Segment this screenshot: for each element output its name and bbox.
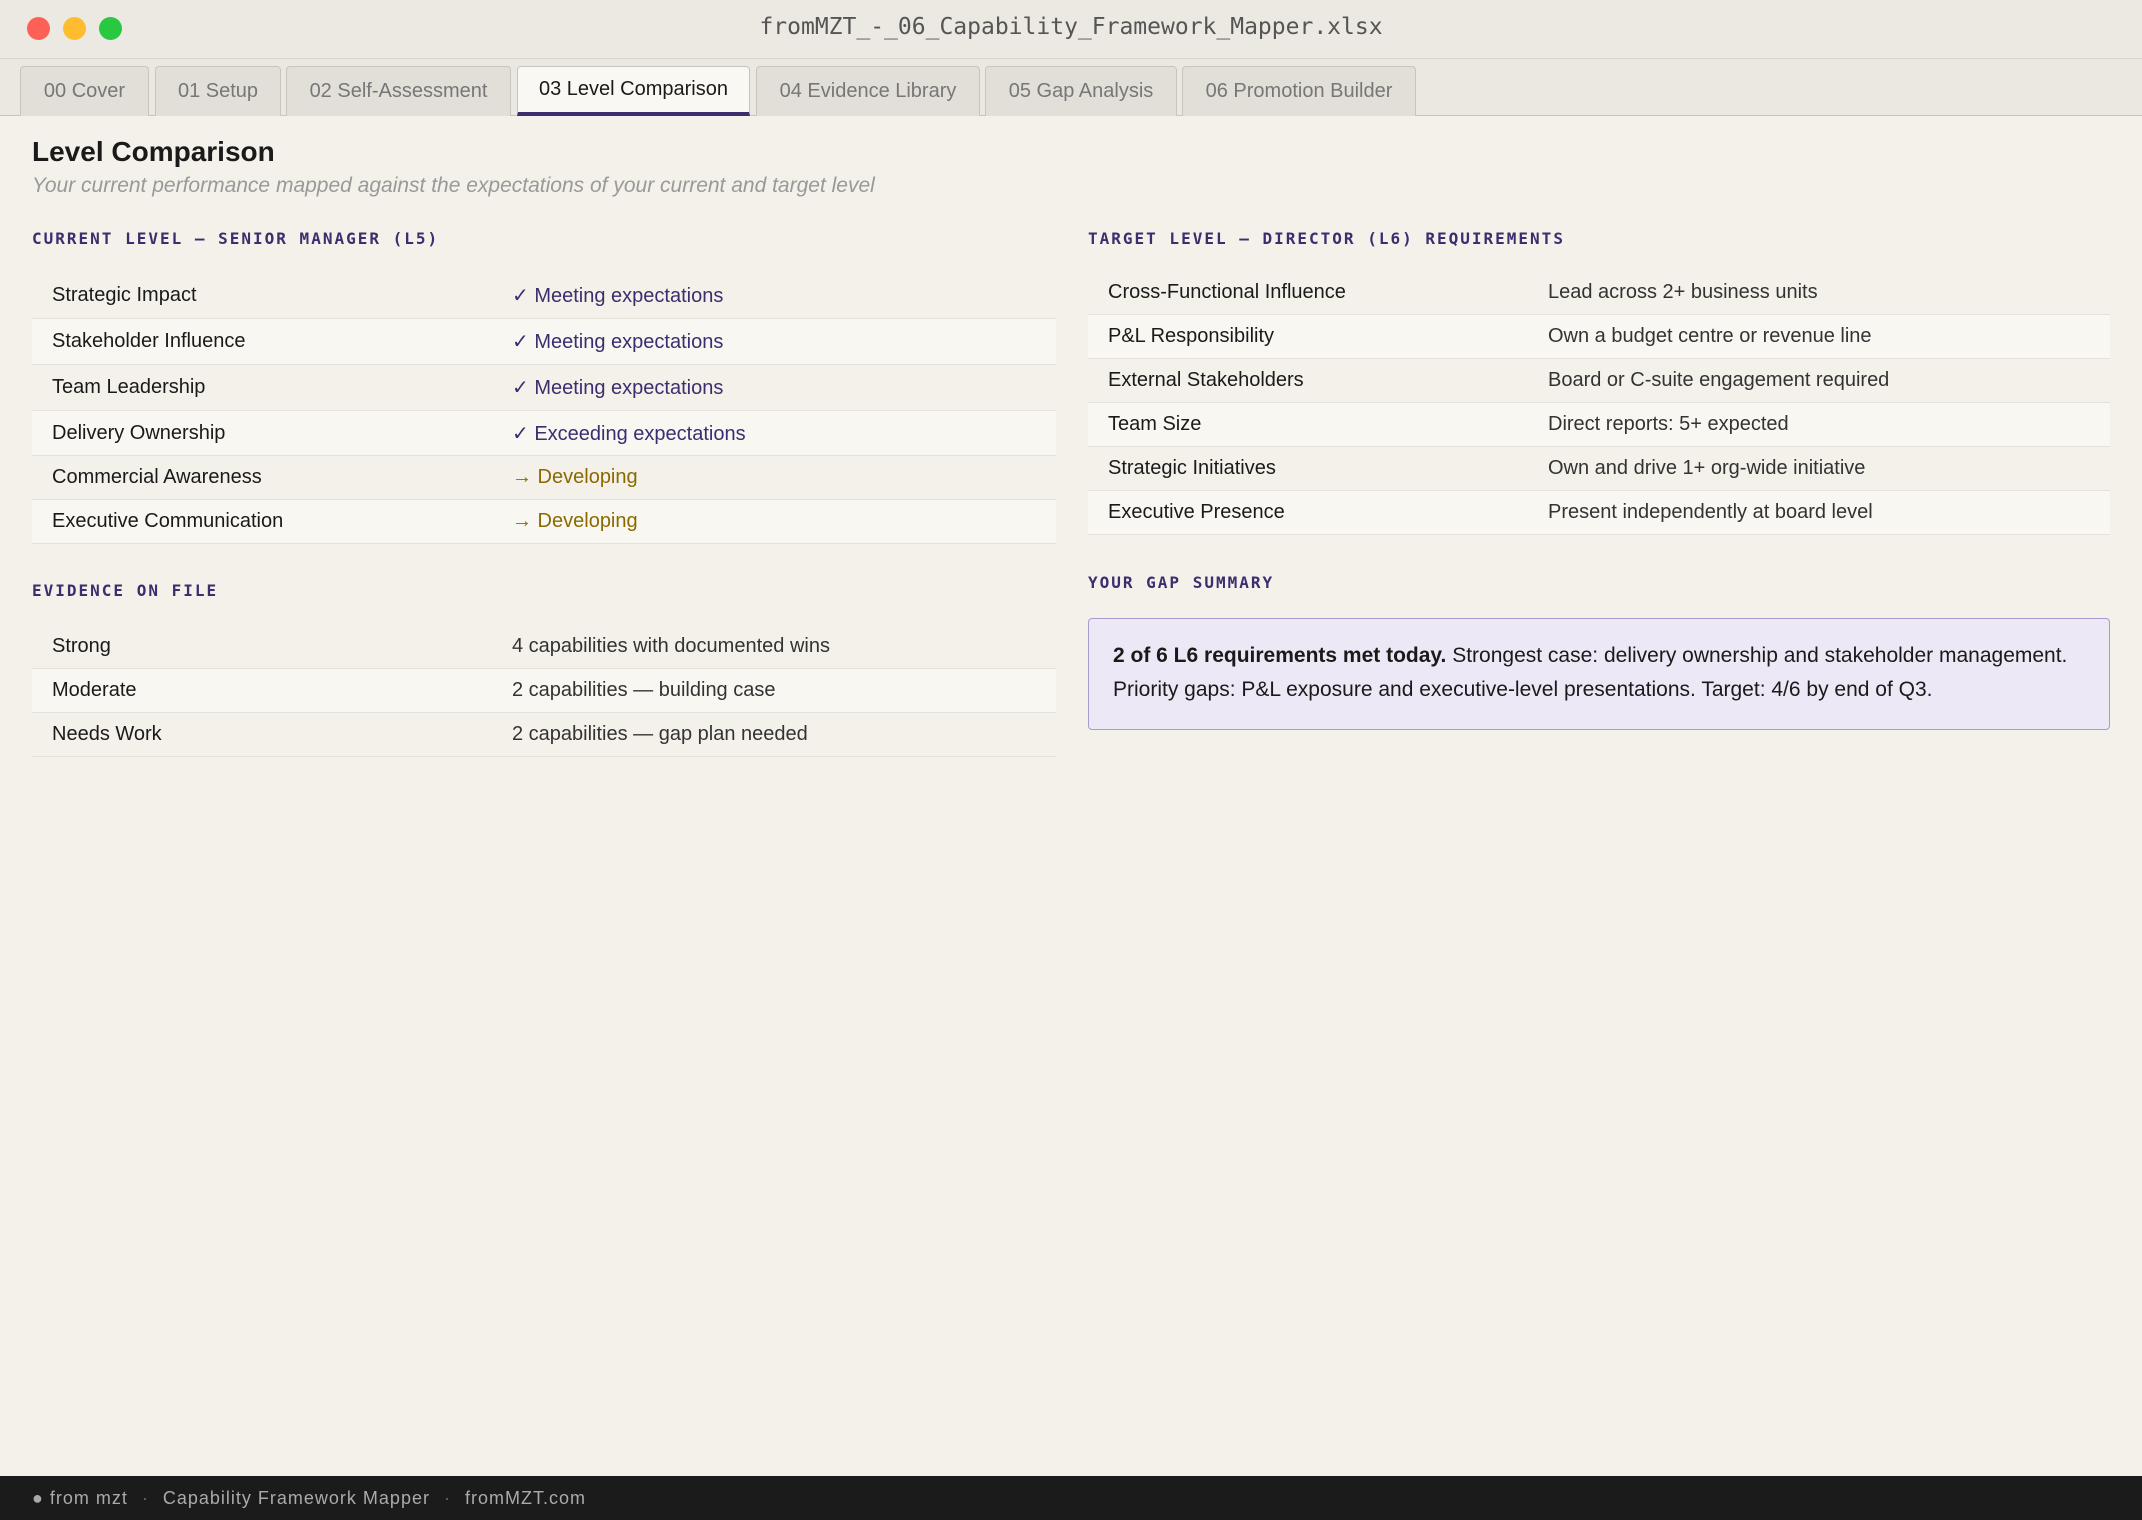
gap-summary-headline: 2 of 6 L6 requirements met today.	[1113, 644, 1447, 667]
requirement-value: Direct reports: 5+ expected	[1548, 413, 1789, 435]
requirement-value: Own a budget centre or revenue line	[1548, 325, 1872, 347]
evidence-value: 2 capabilities — gap plan needed	[512, 723, 808, 745]
tab-05-gap-analysis[interactable]: 05 Gap Analysis	[985, 66, 1177, 116]
requirement-label: External Stakeholders	[1108, 369, 1304, 391]
capability-status: ✓ Meeting expectations	[512, 285, 724, 307]
sheet-tab-bar: 00 Cover 01 Setup 02 Self-Assessment 03 …	[0, 59, 2142, 116]
requirement-value: Own and drive 1+ org-wide initiative	[1548, 457, 1866, 479]
capability-status: → Developing	[512, 510, 638, 532]
tab-03-level-comparison[interactable]: 03 Level Comparison	[517, 66, 750, 116]
current-level-table: Strategic Impact ✓ Meeting expectations …	[32, 273, 1056, 544]
footer-product: Capability Framework Mapper	[162, 1487, 430, 1508]
requirement-value: Board or C-suite engagement required	[1548, 369, 1890, 391]
evidence-heading: EVIDENCE ON FILE	[32, 581, 219, 600]
capability-label: Strategic Impact	[52, 284, 197, 306]
evidence-label: Needs Work	[52, 723, 162, 745]
footer-separator: ·	[141, 1487, 149, 1508]
capability-label: Stakeholder Influence	[52, 330, 246, 352]
current-level-heading: CURRENT LEVEL — SENIOR MANAGER (L5)	[32, 229, 440, 248]
table-row: Delivery Ownership ✓ Exceeding expectati…	[32, 411, 1056, 456]
tab-02-self-assessment[interactable]: 02 Self-Assessment	[286, 66, 511, 116]
table-row: Cross-Functional Influence Lead across 2…	[1088, 271, 2110, 315]
requirement-label: Cross-Functional Influence	[1108, 281, 1346, 303]
target-level-heading: TARGET LEVEL — DIRECTOR (L6) REQUIREMENT…	[1088, 229, 1565, 248]
requirement-value: Lead across 2+ business units	[1548, 281, 1818, 303]
footer-site-link[interactable]: fromMZT.com	[465, 1488, 586, 1509]
evidence-label: Moderate	[52, 679, 137, 701]
table-row: Strategic Impact ✓ Meeting expectations	[32, 273, 1056, 319]
tab-00-cover[interactable]: 00 Cover	[20, 66, 149, 116]
footer-separator: ·	[443, 1487, 451, 1508]
table-row: Team Size Direct reports: 5+ expected	[1088, 403, 2110, 447]
gap-summary-box: 2 of 6 L6 requirements met today. Strong…	[1088, 618, 2110, 730]
capability-label: Delivery Ownership	[52, 421, 226, 444]
table-row: Executive Communication → Developing	[32, 500, 1056, 544]
capability-status: → Developing	[512, 466, 638, 488]
page-title: Level Comparison	[32, 136, 275, 167]
window-title: fromMZT_-_06_Capability_Framework_Mapper…	[759, 14, 1383, 40]
tab-04-evidence-library[interactable]: 04 Evidence Library	[756, 66, 980, 116]
evidence-value: 4 capabilities with documented wins	[512, 635, 830, 657]
footer-brand: ● from mzt	[32, 1487, 128, 1508]
capability-label: Team Leadership	[52, 376, 206, 398]
table-row: Strong 4 capabilities with documented wi…	[32, 625, 1056, 669]
footer-bar: ● from mzt · Capability Framework Mapper…	[0, 1476, 2142, 1520]
tab-01-setup[interactable]: 01 Setup	[155, 66, 281, 116]
table-row: Team Leadership ✓ Meeting expectations	[32, 365, 1056, 411]
capability-status: ✓ Meeting expectations	[512, 377, 724, 399]
window-titlebar: fromMZT_-_06_Capability_Framework_Mapper…	[0, 0, 2142, 59]
target-level-table: Cross-Functional Influence Lead across 2…	[1088, 271, 2110, 535]
table-row: Needs Work 2 capabilities — gap plan nee…	[32, 713, 1056, 757]
evidence-label: Strong	[52, 635, 111, 657]
table-row: Moderate 2 capabilities — building case	[32, 669, 1056, 713]
table-row: Stakeholder Influence ✓ Meeting expectat…	[32, 319, 1056, 365]
tab-06-promotion-builder[interactable]: 06 Promotion Builder	[1182, 66, 1416, 116]
requirement-value: Present independently at board level	[1548, 501, 1873, 523]
table-row: External Stakeholders Board or C-suite e…	[1088, 359, 2110, 403]
table-row: Strategic Initiatives Own and drive 1+ o…	[1088, 447, 2110, 491]
capability-label: Commercial Awareness	[52, 466, 262, 488]
table-row: P&L Responsibility Own a budget centre o…	[1088, 315, 2110, 359]
capability-status: ✓ Meeting expectations	[512, 331, 724, 353]
requirement-label: Team Size	[1108, 413, 1202, 435]
page-subtitle: Your current performance mapped against …	[32, 174, 875, 197]
requirement-label: Executive Presence	[1108, 501, 1285, 523]
requirement-label: P&L Responsibility	[1108, 325, 1275, 347]
evidence-value: 2 capabilities — building case	[512, 679, 776, 701]
evidence-table: Strong 4 capabilities with documented wi…	[32, 625, 1056, 757]
requirement-label: Strategic Initiatives	[1108, 457, 1276, 479]
table-row: Commercial Awareness → Developing	[32, 456, 1056, 500]
table-row: Executive Presence Present independently…	[1088, 491, 2110, 535]
capability-label: Executive Communication	[52, 510, 284, 532]
gap-summary-heading: YOUR GAP SUMMARY	[1088, 573, 1275, 592]
capability-status: ✓ Exceeding expectations	[512, 422, 746, 445]
